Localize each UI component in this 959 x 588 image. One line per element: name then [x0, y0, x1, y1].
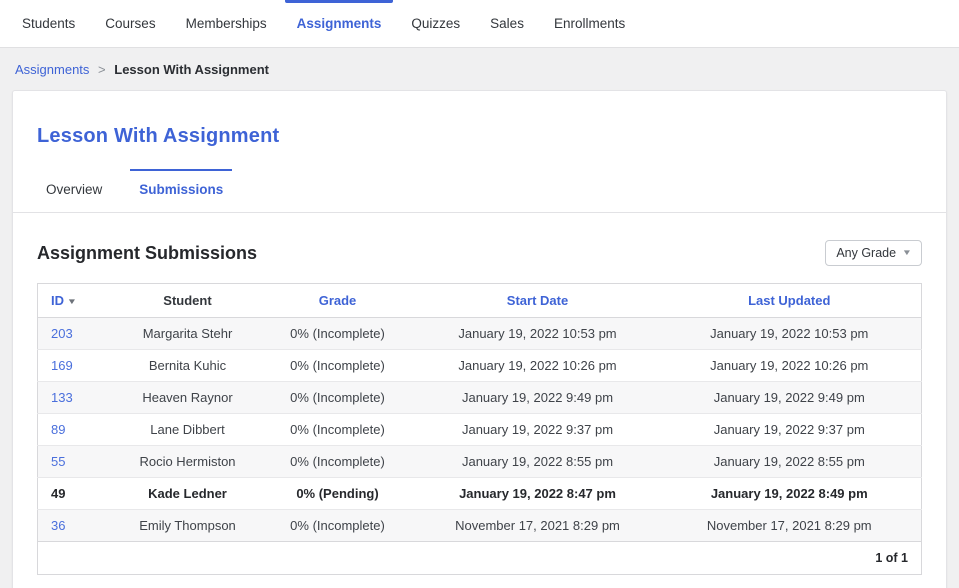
tab-bar: Overview Submissions — [37, 169, 922, 212]
submission-id-link[interactable]: 169 — [51, 358, 73, 373]
nav-item-enrollments[interactable]: Enrollments — [546, 0, 633, 47]
column-header-id-label: ID — [51, 293, 64, 308]
sort-desc-icon: ▼ — [67, 297, 77, 306]
top-nav: Students Courses Memberships Assignments… — [0, 0, 959, 48]
table-header-row: ID▼ Student Grade Start Date Last Update… — [38, 284, 922, 318]
table-row: 89 Lane Dibbert 0% (Incomplete) January … — [38, 414, 922, 446]
grade-cell: 0% (Incomplete) — [258, 510, 418, 542]
last-updated-cell: November 17, 2021 8:29 pm — [658, 510, 922, 542]
table-row: 49 Kade Ledner 0% (Pending) January 19, … — [38, 478, 922, 510]
submission-id-link[interactable]: 133 — [51, 390, 73, 405]
breadcrumb-separator: > — [98, 62, 106, 77]
breadcrumb-link-assignments[interactable]: Assignments — [15, 62, 89, 77]
nav-item-quizzes[interactable]: Quizzes — [403, 0, 468, 47]
tab-submissions[interactable]: Submissions — [130, 169, 232, 212]
column-header-student: Student — [118, 284, 258, 318]
nav-item-courses[interactable]: Courses — [97, 0, 163, 47]
student-cell: Rocio Hermiston — [118, 446, 258, 478]
lesson-card: Lesson With Assignment Overview Submissi… — [12, 90, 947, 588]
start-date-cell: January 19, 2022 8:47 pm — [418, 478, 658, 510]
grade-cell: 0% (Incomplete) — [258, 318, 418, 350]
submission-id-link[interactable]: 89 — [51, 422, 65, 437]
table-row: 169 Bernita Kuhic 0% (Incomplete) Januar… — [38, 350, 922, 382]
grade-cell: 0% (Incomplete) — [258, 350, 418, 382]
table-row: 55 Rocio Hermiston 0% (Incomplete) Janua… — [38, 446, 922, 478]
page-title: Lesson With Assignment — [37, 125, 922, 148]
submission-id-link[interactable]: 203 — [51, 326, 73, 341]
submissions-table: ID▼ Student Grade Start Date Last Update… — [37, 283, 922, 575]
student-cell: Kade Ledner — [118, 478, 258, 510]
submissions-section: Assignment Submissions Any Grade ▼ ID▼ S… — [13, 213, 946, 588]
nav-item-students[interactable]: Students — [14, 0, 83, 47]
last-updated-cell: January 19, 2022 8:49 pm — [658, 478, 922, 510]
submission-id-link[interactable]: 55 — [51, 454, 65, 469]
grade-cell: 0% (Pending) — [258, 478, 418, 510]
last-updated-cell: January 19, 2022 10:53 pm — [658, 318, 922, 350]
section-header: Assignment Submissions Any Grade ▼ — [37, 240, 922, 266]
breadcrumb-current: Lesson With Assignment — [114, 62, 269, 77]
section-title: Assignment Submissions — [37, 243, 257, 264]
start-date-cell: January 19, 2022 9:49 pm — [418, 382, 658, 414]
start-date-cell: January 19, 2022 9:37 pm — [418, 414, 658, 446]
breadcrumb: Assignments > Lesson With Assignment — [0, 48, 959, 90]
last-updated-cell: January 19, 2022 8:55 pm — [658, 446, 922, 478]
student-cell: Margarita Stehr — [118, 318, 258, 350]
submission-id-link[interactable]: 36 — [51, 518, 65, 533]
grade-filter-label: Any Grade — [836, 246, 896, 260]
start-date-cell: January 19, 2022 10:26 pm — [418, 350, 658, 382]
start-date-cell: January 19, 2022 10:53 pm — [418, 318, 658, 350]
nav-item-sales[interactable]: Sales — [482, 0, 532, 47]
nav-item-assignments[interactable]: Assignments — [289, 0, 390, 47]
column-header-id[interactable]: ID▼ — [38, 284, 118, 318]
table-row: 203 Margarita Stehr 0% (Incomplete) Janu… — [38, 318, 922, 350]
column-header-last-updated[interactable]: Last Updated — [658, 284, 922, 318]
table-row: 36 Emily Thompson 0% (Incomplete) Novemb… — [38, 510, 922, 542]
student-cell: Bernita Kuhic — [118, 350, 258, 382]
table-row: 133 Heaven Raynor 0% (Incomplete) Januar… — [38, 382, 922, 414]
chevron-down-icon: ▼ — [902, 249, 912, 257]
nav-item-memberships[interactable]: Memberships — [178, 0, 275, 47]
grade-cell: 0% (Incomplete) — [258, 414, 418, 446]
student-cell: Heaven Raynor — [118, 382, 258, 414]
table-footer-row: 1 of 1 — [38, 542, 922, 575]
grade-cell: 0% (Incomplete) — [258, 382, 418, 414]
grade-filter-dropdown[interactable]: Any Grade ▼ — [825, 240, 922, 266]
start-date-cell: January 19, 2022 8:55 pm — [418, 446, 658, 478]
card-header: Lesson With Assignment Overview Submissi… — [13, 91, 946, 213]
column-header-grade[interactable]: Grade — [258, 284, 418, 318]
start-date-cell: November 17, 2021 8:29 pm — [418, 510, 658, 542]
grade-cell: 0% (Incomplete) — [258, 446, 418, 478]
student-cell: Emily Thompson — [118, 510, 258, 542]
column-header-start-date[interactable]: Start Date — [418, 284, 658, 318]
last-updated-cell: January 19, 2022 9:49 pm — [658, 382, 922, 414]
submission-id-link[interactable]: 49 — [51, 486, 65, 501]
last-updated-cell: January 19, 2022 10:26 pm — [658, 350, 922, 382]
tab-overview[interactable]: Overview — [37, 169, 111, 212]
pagination: 1 of 1 — [38, 542, 922, 575]
last-updated-cell: January 19, 2022 9:37 pm — [658, 414, 922, 446]
student-cell: Lane Dibbert — [118, 414, 258, 446]
